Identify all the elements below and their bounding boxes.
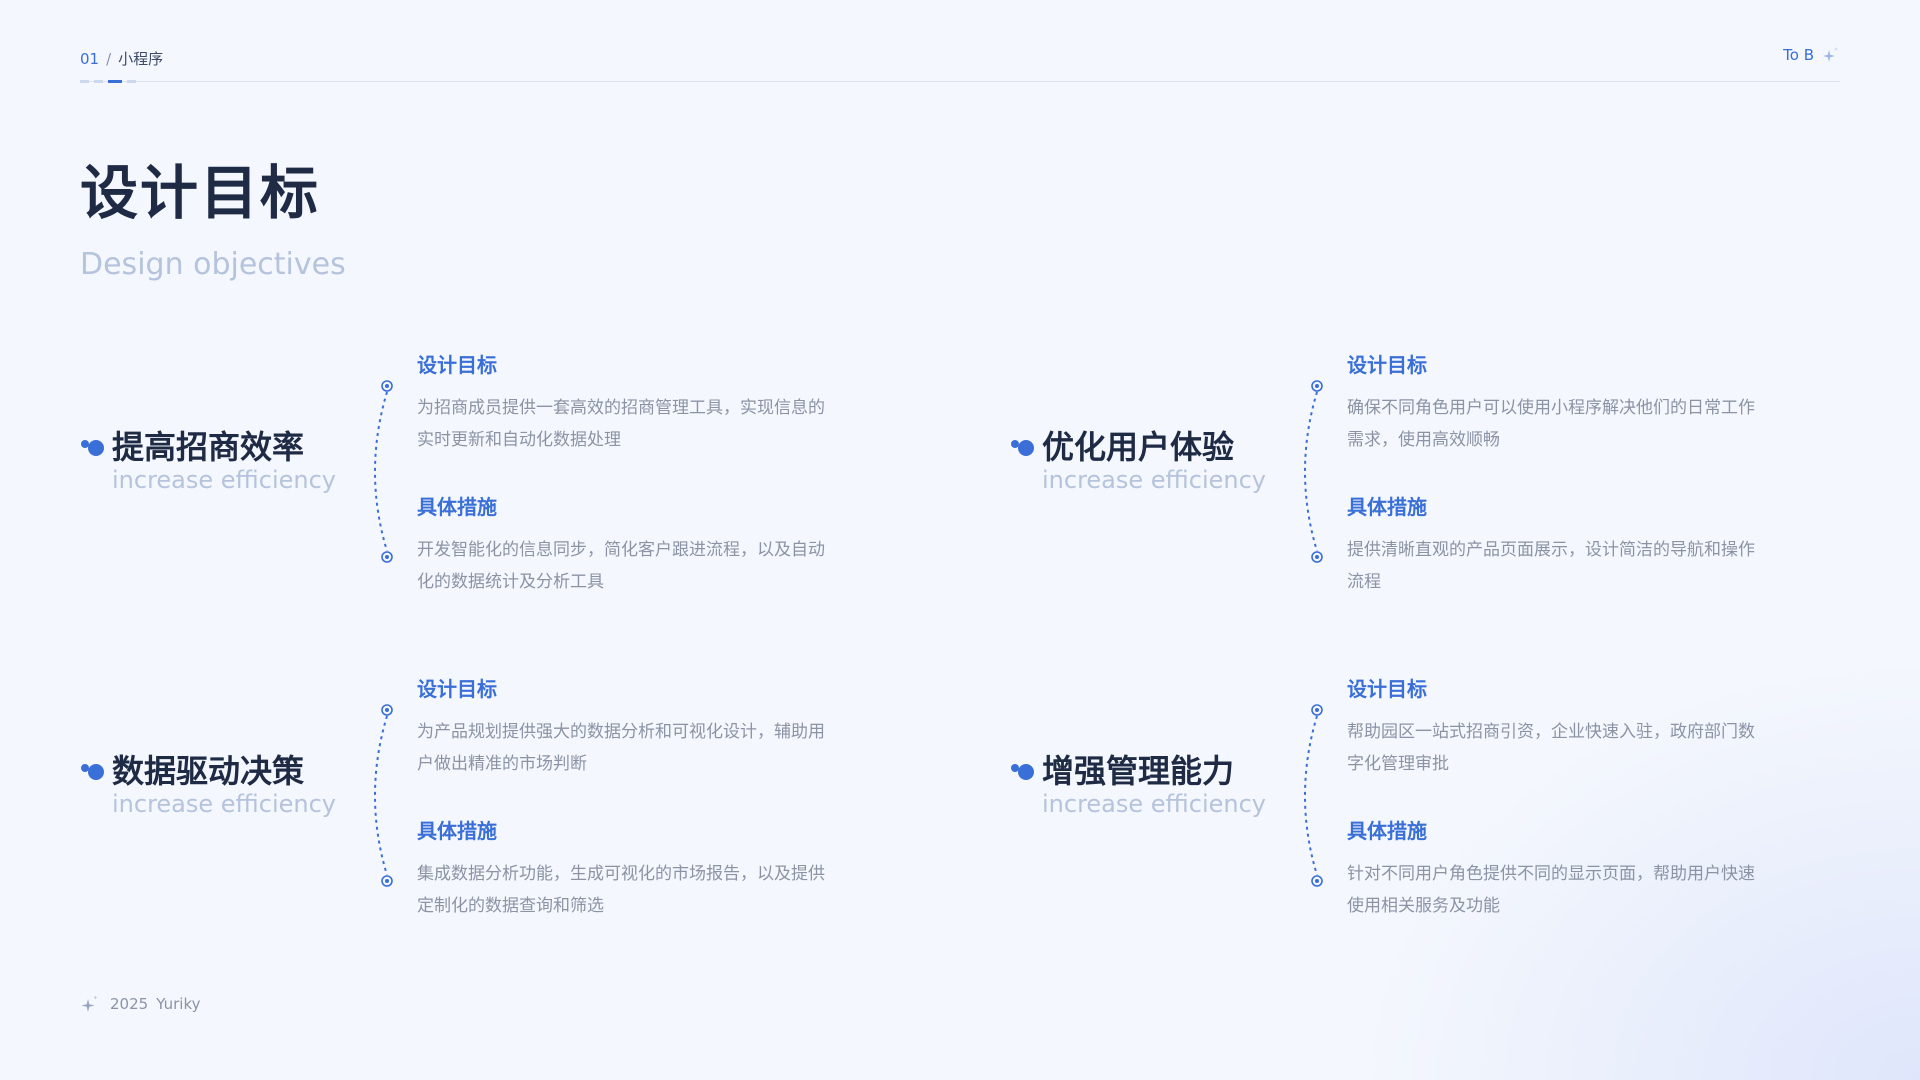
sparkle-icon [1823,47,1838,62]
objective-card: 数据驱动决策 increase efficiency 设计目标 为产品规划提供强… [80,676,840,926]
measure-text: 开发智能化的信息同步，简化客户跟进流程，以及自动化的数据统计及分析工具 [417,540,825,592]
section-title: 小程序 [118,50,164,68]
goal-heading: 设计目标 [1347,353,1427,377]
objective-title: 提高招商效率 [112,428,305,466]
sparkle-icon [81,995,98,1012]
bullet-dots-icon [81,764,104,780]
bracket-connector [374,380,393,563]
footer-year: 2025 [110,995,149,1013]
measure-text: 针对不同用户角色提供不同的显示页面，帮助用户快速使用相关服务及功能 [1347,864,1755,916]
goal-block: 设计目标 帮助园区一站式招商引资，企业快速入驻，政府部门数字化管理审批 [1347,676,1767,780]
section-number: 01 [80,49,100,68]
measure-heading: 具体措施 [417,495,497,519]
goal-heading: 设计目标 [417,353,497,377]
measure-heading: 具体措施 [1347,819,1427,843]
measure-block: 具体措施 提供清晰直观的产品页面展示，设计简洁的导航和操作流程 [1347,494,1767,598]
page-indicator [80,80,141,83]
goal-text: 帮助园区一站式招商引资，企业快速入驻，政府部门数字化管理审批 [1347,722,1755,774]
goal-heading: 设计目标 [417,677,497,701]
goal-heading: 设计目标 [1347,677,1427,701]
measure-text: 提供清晰直观的产品页面展示，设计简洁的导航和操作流程 [1347,540,1755,592]
page-dash-active [108,80,122,83]
bullet-dots-icon [81,440,104,456]
bullet-dots-icon [1011,764,1034,780]
page-dash [80,80,89,83]
footer: 2025 Yuriky [80,994,201,1014]
bracket-connector [374,704,393,887]
page-subtitle: Design objectives [80,247,346,282]
objective-card: 提高招商效率 increase efficiency 设计目标 为招商成员提供一… [80,352,840,602]
bullet-dots-icon [1011,440,1034,456]
bracket-connector [1304,704,1323,887]
goal-block: 设计目标 为产品规划提供强大的数据分析和可视化设计，辅助用户做出精准的市场判断 [417,676,837,780]
page-dash [94,80,103,83]
measure-block: 具体措施 针对不同用户角色提供不同的显示页面，帮助用户快速使用相关服务及功能 [1347,818,1767,922]
objective-card: 增强管理能力 increase efficiency 设计目标 帮助园区一站式招… [1010,676,1770,926]
page-dash [127,80,136,83]
objective-subtitle: increase efficiency [112,466,336,494]
objective-title: 增强管理能力 [1042,752,1235,790]
objective-title: 优化用户体验 [1042,428,1235,466]
objective-title: 数据驱动决策 [112,752,305,790]
goal-block: 设计目标 为招商成员提供一套高效的招商管理工具，实现信息的实时更新和自动化数据处… [417,352,837,456]
objective-card: 优化用户体验 increase efficiency 设计目标 确保不同角色用户… [1010,352,1770,602]
header: 01 / 小程序 [80,48,163,69]
objective-subtitle: increase efficiency [1042,790,1266,818]
goal-text: 为招商成员提供一套高效的招商管理工具，实现信息的实时更新和自动化数据处理 [417,398,825,450]
goal-block: 设计目标 确保不同角色用户可以使用小程序解决他们的日常工作需求，使用高效顺畅 [1347,352,1767,456]
goal-text: 确保不同角色用户可以使用小程序解决他们的日常工作需求，使用高效顺畅 [1347,398,1755,450]
audience-tag-label: To B [1783,46,1814,64]
measure-heading: 具体措施 [417,819,497,843]
objective-subtitle: increase efficiency [112,790,336,818]
page-title: 设计目标 [80,159,321,227]
footer-author: Yuriky [156,995,201,1013]
breadcrumb-separator: / [106,49,112,68]
measure-heading: 具体措施 [1347,495,1427,519]
measure-block: 具体措施 集成数据分析功能，生成可视化的市场报告，以及提供定制化的数据查询和筛选 [417,818,837,922]
measure-text: 集成数据分析功能，生成可视化的市场报告，以及提供定制化的数据查询和筛选 [417,864,825,916]
audience-tag: To B [1783,46,1840,64]
objective-subtitle: increase efficiency [1042,466,1266,494]
goal-text: 为产品规划提供强大的数据分析和可视化设计，辅助用户做出精准的市场判断 [417,722,825,774]
bracket-connector [1304,380,1323,563]
header-divider [80,81,1840,82]
measure-block: 具体措施 开发智能化的信息同步，简化客户跟进流程，以及自动化的数据统计及分析工具 [417,494,837,598]
